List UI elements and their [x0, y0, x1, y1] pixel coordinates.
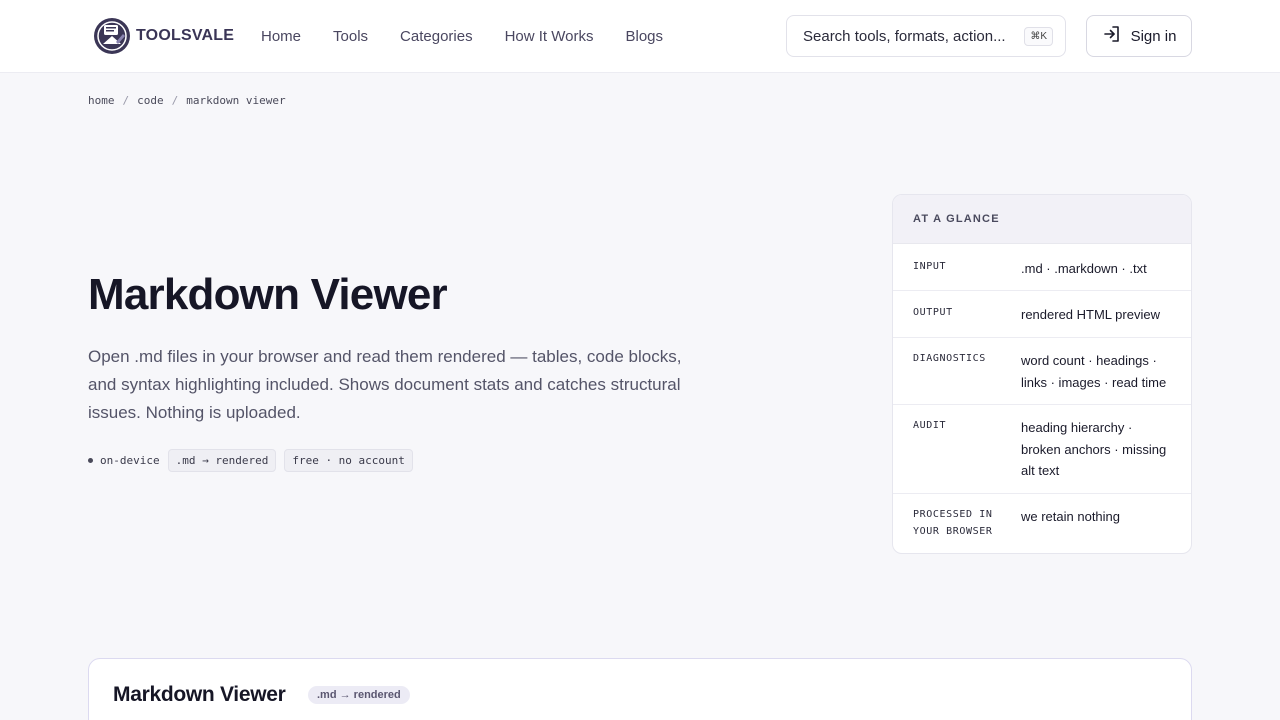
glance-value: word count · headings · links · images ·… — [1021, 353, 1167, 390]
tool-title: Markdown Viewer — [113, 683, 286, 706]
tag-on-device: on-device — [88, 454, 160, 467]
sign-in-icon — [1102, 24, 1122, 48]
tag-format: .md → rendered — [167, 449, 277, 472]
glance-value: .md · .markdown · .txt — [1021, 261, 1147, 276]
nav-how-it-works[interactable]: How It Works — [505, 28, 594, 45]
glance-row-privacy: PROCESSED IN YOUR BROWSER we retain noth… — [893, 494, 1191, 553]
main-nav: Home Tools Categories How It Works Blogs — [261, 0, 663, 72]
page-description: Open .md files in your browser and read … — [88, 347, 682, 422]
logo-icon — [90, 14, 134, 58]
breadcrumb: home / code / markdown viewer — [88, 94, 286, 107]
glance-heading: AT A GLANCE — [893, 195, 1191, 244]
nav-tools[interactable]: Tools — [333, 28, 368, 45]
glance-row-diagnostics: DIAGNOSTICS word count · headings · link… — [893, 338, 1191, 405]
feature-tags: on-device .md → rendered free · no accou… — [88, 449, 413, 472]
glance-row-audit: AUDIT heading hierarchy · broken anchors… — [893, 405, 1191, 494]
glance-key: OUTPUT — [913, 307, 953, 318]
logo[interactable]: TOOLSVALE — [90, 14, 234, 58]
glance-row-input: INPUT .md · .markdown · .txt — [893, 244, 1191, 291]
glance-row-output: OUTPUT rendered HTML preview — [893, 291, 1191, 338]
logo-text: TOOLSVALE — [136, 27, 235, 44]
nav-categories[interactable]: Categories — [400, 28, 473, 45]
breadcrumb-code[interactable]: code — [137, 94, 164, 107]
page-title: Markdown Viewer — [88, 270, 448, 319]
glance-key: INPUT — [913, 261, 947, 272]
breadcrumb-separator: / — [171, 94, 179, 107]
breadcrumb-separator: / — [122, 94, 130, 107]
search-input[interactable] — [803, 27, 1025, 45]
glance-value: heading hierarchy · broken anchors · mis… — [1021, 420, 1167, 478]
tool-card: Markdown Viewer .md → rendered — [88, 658, 1192, 720]
glance-value: rendered HTML preview — [1021, 307, 1160, 322]
tag-free: free · no account — [284, 449, 413, 472]
glance-key: AUDIT — [913, 420, 947, 431]
tag-label: on-device — [100, 454, 160, 467]
sign-in-button[interactable]: Sign in — [1086, 15, 1192, 57]
glance-key: PROCESSED IN YOUR BROWSER — [913, 509, 993, 537]
search-box[interactable]: ⌘K — [786, 15, 1066, 57]
sign-in-label: Sign in — [1130, 27, 1177, 45]
search-shortcut-badge: ⌘K — [1024, 26, 1053, 46]
glance-value: we retain nothing — [1021, 509, 1121, 524]
site-header: TOOLSVALE Home Tools Categories How It W… — [0, 0, 1280, 73]
nav-home[interactable]: Home — [261, 28, 301, 45]
nav-blogs[interactable]: Blogs — [626, 28, 664, 45]
glance-key: DIAGNOSTICS — [913, 353, 986, 364]
breadcrumb-current: markdown viewer — [186, 94, 286, 107]
breadcrumb-home[interactable]: home — [88, 94, 115, 107]
tool-format-badge: .md → rendered — [308, 686, 410, 704]
at-a-glance-card: AT A GLANCE INPUT .md · .markdown · .txt… — [892, 194, 1192, 554]
status-dot-icon — [88, 458, 93, 463]
